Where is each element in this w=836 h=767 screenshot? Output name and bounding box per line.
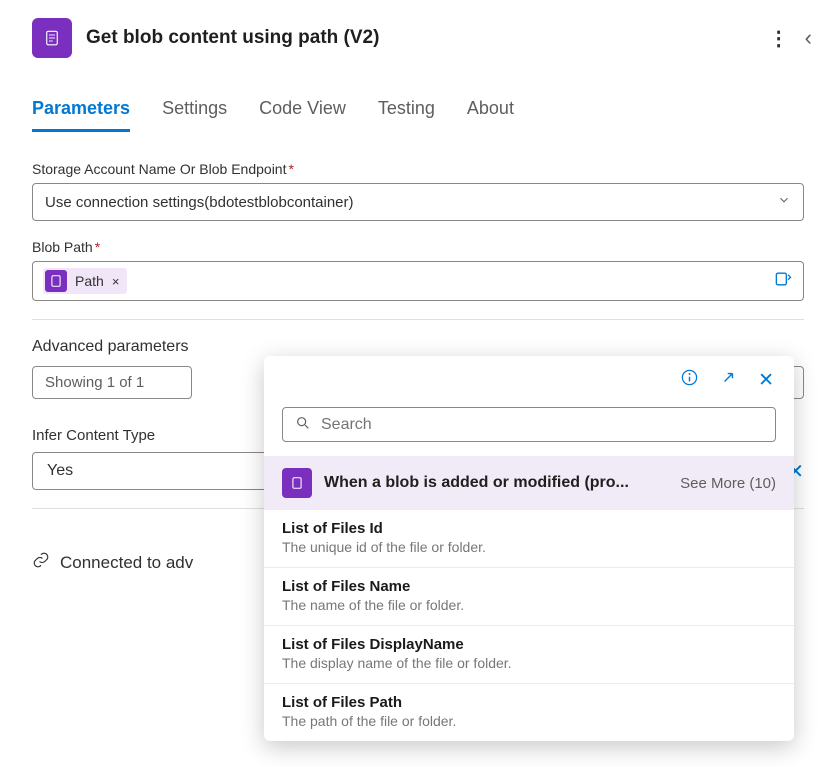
see-more-link[interactable]: See More (10): [680, 475, 776, 492]
advanced-showing-select[interactable]: Showing 1 of 1: [32, 366, 192, 399]
token-remove-icon[interactable]: ×: [112, 274, 120, 289]
divider: [32, 319, 804, 320]
dynamic-content-item[interactable]: List of Files Id The unique id of the fi…: [264, 510, 794, 568]
dynamic-content-item[interactable]: List of Files DisplayName The display na…: [264, 626, 794, 684]
dc-item-desc: The name of the file or folder.: [282, 597, 776, 613]
dc-item-title: List of Files DisplayName: [282, 636, 776, 653]
blob-path-input[interactable]: Path ×: [32, 261, 804, 301]
group-connector-icon: [282, 468, 312, 498]
tab-testing[interactable]: Testing: [378, 98, 435, 132]
advanced-parameters-row: Advanced parameters: [32, 338, 804, 356]
connector-icon: [32, 18, 72, 58]
popover-toolbar: ✕: [264, 356, 794, 403]
field-storage-account: Storage Account Name Or Blob Endpoint* U…: [32, 161, 804, 221]
connection-text: Connected to adv: [60, 553, 193, 573]
advanced-parameters-label: Advanced parameters: [32, 338, 202, 356]
more-menu-icon[interactable]: ⋮: [769, 26, 789, 51]
dynamic-content-item[interactable]: List of Files Path The path of the file …: [264, 684, 794, 741]
dynamic-content-icon[interactable]: [773, 269, 793, 293]
dc-item-title: List of Files Path: [282, 694, 776, 711]
dc-item-title: List of Files Name: [282, 578, 776, 595]
dynamic-content-token[interactable]: Path ×: [43, 268, 127, 294]
panel-title: Get blob content using path (V2): [86, 27, 755, 49]
dc-item-title: List of Files Id: [282, 520, 776, 537]
tab-about[interactable]: About: [467, 98, 514, 132]
chevron-down-icon: [777, 193, 791, 211]
storage-account-value: Use connection settings(bdotestblobconta…: [45, 194, 354, 211]
popover-search-input[interactable]: [321, 416, 763, 434]
group-title: When a blob is added or modified (pro...: [324, 474, 668, 492]
search-icon: [295, 415, 311, 434]
storage-account-label: Storage Account Name Or Blob Endpoint*: [32, 161, 804, 177]
dc-item-desc: The unique id of the file or folder.: [282, 539, 776, 555]
tab-bar: Parameters Settings Code View Testing Ab…: [0, 66, 836, 133]
collapse-icon[interactable]: ‹: [805, 25, 812, 51]
token-connector-icon: [45, 270, 67, 292]
storage-account-select[interactable]: Use connection settings(bdotestblobconta…: [32, 183, 804, 221]
popover-search-box[interactable]: [282, 407, 776, 442]
dynamic-content-group-header: When a blob is added or modified (pro...…: [264, 456, 794, 510]
dynamic-content-popover: ✕ When a blob is added or modified (pro.…: [264, 356, 794, 741]
tab-code-view[interactable]: Code View: [259, 98, 346, 132]
dc-item-desc: The display name of the file or folder.: [282, 655, 776, 671]
token-label: Path: [75, 273, 104, 289]
dynamic-content-item[interactable]: List of Files Name The name of the file …: [264, 568, 794, 626]
panel-header: Get blob content using path (V2) ⋮ ‹: [0, 0, 836, 66]
tab-settings[interactable]: Settings: [162, 98, 227, 132]
blob-path-label: Blob Path*: [32, 239, 804, 255]
expand-icon[interactable]: [719, 368, 738, 393]
tab-parameters[interactable]: Parameters: [32, 98, 130, 132]
dc-item-desc: The path of the file or folder.: [282, 713, 776, 729]
field-blob-path: Blob Path* Path ×: [32, 239, 804, 301]
close-icon[interactable]: ✕: [758, 369, 774, 392]
info-icon[interactable]: [680, 368, 699, 393]
link-icon: [32, 551, 50, 574]
